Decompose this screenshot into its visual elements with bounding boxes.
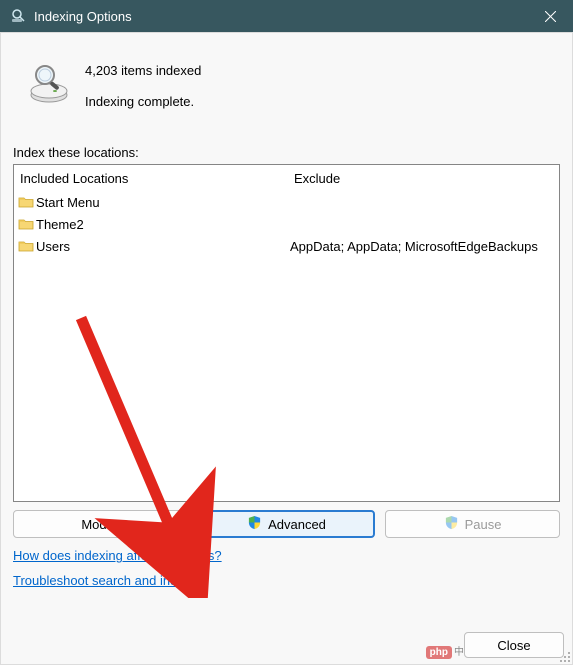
window-title: Indexing Options	[34, 9, 527, 24]
header-exclude[interactable]: Exclude	[286, 171, 559, 186]
shield-icon	[247, 515, 262, 533]
items-indexed-label: 4,203 items indexed	[85, 55, 201, 86]
titlebar: Indexing Options	[0, 0, 573, 32]
folder-icon	[14, 239, 34, 253]
advanced-button-label: Advanced	[268, 517, 326, 532]
list-item[interactable]: UsersAppData; AppData; MicrosoftEdgeBack…	[14, 235, 559, 257]
locations-label: Index these locations:	[13, 145, 560, 160]
troubleshoot-link[interactable]: Troubleshoot search and indexing	[13, 573, 208, 588]
indexing-state-label: Indexing complete.	[85, 86, 201, 117]
folder-icon	[14, 217, 34, 231]
modify-button[interactable]: Modify	[13, 510, 188, 538]
status-area: 4,203 items indexed Indexing complete.	[13, 39, 560, 117]
locations-header: Included Locations Exclude	[14, 165, 559, 191]
header-included[interactable]: Included Locations	[14, 171, 286, 186]
folder-icon	[14, 195, 34, 209]
list-item[interactable]: Theme2	[14, 213, 559, 235]
indexing-icon	[10, 8, 26, 24]
list-item[interactable]: Start Menu	[14, 191, 559, 213]
shield-icon	[444, 515, 459, 533]
location-name: Start Menu	[34, 195, 282, 210]
resize-grip-icon[interactable]	[559, 651, 571, 663]
watermark-badge: php	[426, 646, 452, 659]
location-exclude: AppData; AppData; MicrosoftEdgeBackups	[282, 239, 559, 254]
location-name: Users	[34, 239, 282, 254]
close-button-label: Close	[497, 638, 530, 653]
close-button[interactable]: Close	[464, 632, 564, 658]
close-icon[interactable]	[527, 0, 573, 32]
how-indexing-link[interactable]: How does indexing affect searches?	[13, 548, 222, 563]
dialog-content: 4,203 items indexed Indexing complete. I…	[0, 32, 573, 665]
magnifier-drive-icon	[13, 39, 85, 105]
pause-button-label: Pause	[465, 517, 502, 532]
pause-button: Pause	[385, 510, 560, 538]
modify-button-label: Modify	[81, 517, 119, 532]
advanced-button[interactable]: Advanced	[198, 510, 375, 538]
locations-listbox[interactable]: Included Locations Exclude Start Menu The…	[13, 164, 560, 502]
buttons-row: Modify Advanced	[13, 510, 560, 538]
location-name: Theme2	[34, 217, 282, 232]
